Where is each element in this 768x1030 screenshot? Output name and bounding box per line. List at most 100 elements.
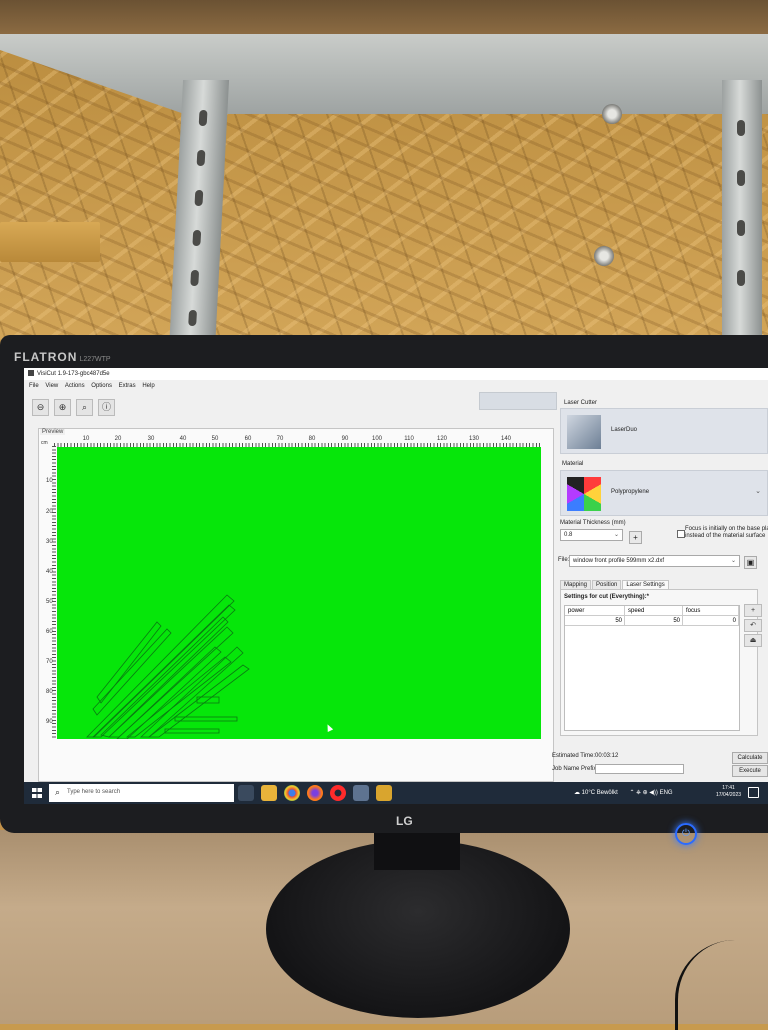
save-file-icon[interactable]: ▣ [744, 556, 757, 569]
clock[interactable]: 17:41 17/04/2023 [716, 785, 741, 799]
toolbar: ⊖ ⊕ ⌕ ⓘ [32, 397, 120, 416]
taskbar: ⌕ Type here to search ☁ 10°C Bewölkt ⌃ ⎈… [24, 782, 768, 804]
focus-checkbox[interactable] [677, 530, 685, 538]
ruler-x-label: 100 [371, 436, 383, 442]
speed-value[interactable]: 50 [625, 616, 683, 626]
taskbar-search[interactable]: ⌕ Type here to search [49, 784, 234, 802]
firefox-icon[interactable] [307, 785, 323, 801]
material-name: Polypropylene [611, 489, 650, 495]
ruler-x-label: 30 [147, 436, 155, 442]
zoom-fit-icon[interactable]: ⌕ [76, 399, 93, 416]
search-icon: ⌕ [55, 787, 61, 797]
progress-indicator [479, 392, 557, 410]
file-select[interactable]: window front profile 599mm x2.dxf ⌄ [569, 555, 740, 567]
visicut-icon[interactable] [353, 785, 369, 801]
menu-options[interactable]: Options [91, 381, 112, 392]
ruler-x-label: 120 [436, 436, 448, 442]
menu-actions[interactable]: Actions [65, 381, 85, 392]
ruler-horizontal: 10 20 30 40 50 60 70 80 90 100 110 120 1… [54, 436, 540, 447]
tab-laser-settings[interactable]: Laser Settings [622, 580, 669, 589]
chrome-icon[interactable] [284, 785, 300, 801]
title-bar: VisiCut 1.9-173-gbc487d5e [24, 368, 768, 380]
ruler-x-label: 10 [82, 436, 90, 442]
system-tray: ☁ 10°C Bewölkt ⌃ ⎈ ⊕ ◀)) ENG [574, 789, 673, 797]
ruler-x-label: 60 [244, 436, 252, 442]
ruler-x-label: 70 [276, 436, 284, 442]
language-indicator[interactable]: ENG [660, 790, 673, 796]
settings-title: Settings for cut (Everything):* [564, 594, 650, 600]
job-name-input[interactable] [595, 764, 684, 774]
ruler-x-label: 40 [179, 436, 187, 442]
bolt [602, 104, 622, 124]
undo-icon[interactable]: ↶ [744, 619, 762, 632]
material-icon [567, 477, 601, 511]
info-icon[interactable]: ⓘ [98, 399, 115, 416]
tab-mapping[interactable]: Mapping [560, 580, 592, 589]
focus-label: Focus is initially on the base pla inste… [685, 526, 768, 539]
preview-label: Preview [40, 429, 66, 435]
laser-cutter-label: Laser Cutter [564, 400, 598, 406]
clock-date: 17/04/2023 [716, 792, 742, 798]
weather-text[interactable]: 10°C Bewölkt [582, 790, 618, 796]
task-view-icon[interactable] [238, 785, 254, 801]
tab-position[interactable]: Position [592, 580, 622, 589]
chevron-down-icon: ⌄ [755, 488, 761, 495]
clock-time: 17:41 [722, 785, 735, 791]
lg-logo: LG [396, 814, 413, 828]
laser-cutter-selector[interactable]: LaserDuo [560, 408, 768, 454]
laser-cutter-name: LaserDuo [611, 427, 638, 433]
ruler-x-label: 130 [468, 436, 480, 442]
ruler-x-label: 80 [308, 436, 316, 442]
chevron-down-icon: ⌄ [730, 558, 736, 564]
preview-canvas[interactable] [57, 447, 541, 739]
search-placeholder: Type here to search [67, 789, 121, 795]
load-icon[interactable]: ⏏ [744, 634, 762, 647]
menu-view[interactable]: View [45, 381, 58, 392]
ruler-x-label: 90 [341, 436, 349, 442]
bolt [594, 246, 614, 266]
menu-help[interactable]: Help [142, 381, 154, 392]
column-header: speed [625, 606, 683, 616]
windows-start-icon[interactable] [32, 788, 42, 798]
screen: VisiCut 1.9-173-gbc487d5e File View Acti… [24, 368, 768, 804]
chevron-down-icon: ⌄ [613, 532, 619, 538]
thickness-label: Material Thickness (mm) [560, 520, 626, 526]
add-thickness-button[interactable]: + [629, 531, 642, 544]
column-header: power [565, 606, 625, 616]
zoom-out-icon[interactable]: ⊖ [32, 399, 49, 416]
thickness-select[interactable]: 0.8 ⌄ [560, 529, 623, 541]
menu-file[interactable]: File [29, 381, 39, 392]
job-name-label: Job Name Prefix: [552, 766, 599, 772]
file-explorer-icon[interactable] [261, 785, 277, 801]
material-label: Material [562, 461, 584, 467]
menu-extras[interactable]: Extras [119, 381, 136, 392]
cut-paths [86, 594, 250, 739]
monitor-brand: FLATRON L227WTP [14, 350, 111, 364]
ruler-x-label: 20 [114, 436, 122, 442]
shelf-post-right [722, 80, 762, 350]
menu-bar: File View Actions Options Extras Help [24, 381, 155, 392]
ruler-x-label: 140 [500, 436, 512, 442]
app-icon [28, 370, 34, 377]
tray-icons[interactable]: ⌃ ⎈ ⊕ ◀)) [629, 790, 657, 796]
execute-button[interactable]: Execute [732, 765, 768, 777]
add-setting-button[interactable]: + [744, 604, 762, 617]
zoom-in-icon[interactable]: ⊕ [54, 399, 71, 416]
column-header: focus [683, 606, 739, 616]
focus-value[interactable]: 0 [683, 616, 739, 626]
file-name: window front profile 599mm x2.dxf [573, 558, 665, 564]
app-icon[interactable] [376, 785, 392, 801]
ruler-vertical: 10 20 30 40 50 60 70 80 90 [42, 446, 56, 738]
opera-icon[interactable] [330, 785, 346, 801]
ruler-x-label: 110 [404, 436, 414, 442]
laser-cutter-icon [567, 415, 601, 449]
window-title: VisiCut 1.9-173-gbc487d5e [37, 371, 110, 377]
thickness-value: 0.8 [564, 532, 573, 538]
wood-plank [0, 222, 100, 262]
power-button[interactable]: ⏻ [675, 823, 697, 845]
material-selector[interactable]: Polypropylene ⌄ [560, 470, 768, 516]
calculate-button[interactable]: Calculate [732, 752, 768, 764]
notification-icon[interactable] [748, 787, 759, 798]
ruler-x-label: 50 [211, 436, 219, 442]
power-value[interactable]: 50 [565, 616, 625, 626]
